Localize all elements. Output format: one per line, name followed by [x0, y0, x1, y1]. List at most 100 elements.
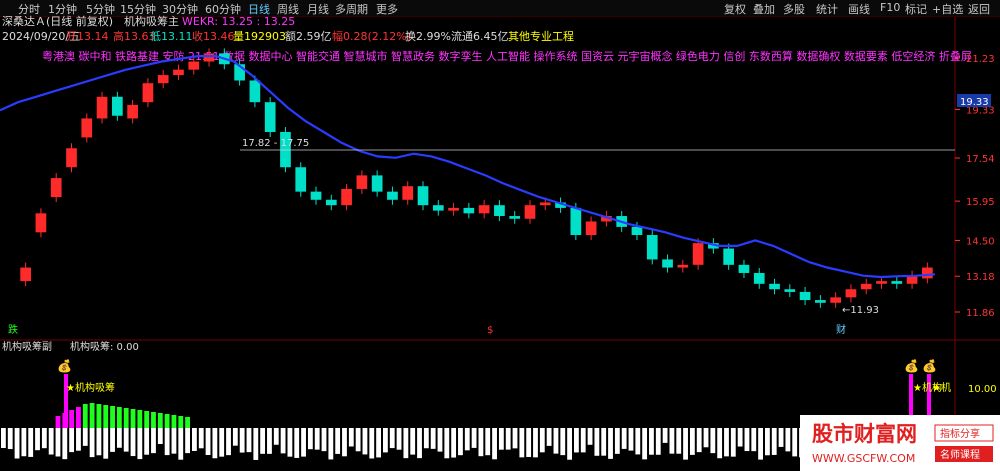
- candle: [157, 75, 169, 84]
- sub-bar-white: [635, 428, 641, 455]
- price-tick-2: 17.54: [966, 154, 995, 165]
- sub-bar-signal: [178, 416, 184, 428]
- candle: [891, 281, 903, 284]
- sub-bar-white: [669, 428, 675, 454]
- sub-bar-white: [649, 428, 654, 455]
- sub-bar-white: [41, 428, 47, 449]
- sub-bar-white: [492, 428, 497, 460]
- candles: [20, 48, 933, 308]
- sub-bar-white: [498, 428, 504, 450]
- candle: [356, 175, 368, 189]
- sub-bar-white: [164, 428, 170, 456]
- concept-tags: 粤港澳 碳中和 铁路基建 安防 21.51 数据 数据中心 智能交通 智慧城市 …: [42, 49, 972, 63]
- sub-value: 机构吸筹: 0.00: [70, 340, 139, 353]
- sub-bar-white: [539, 428, 545, 453]
- candle: [677, 264, 689, 268]
- sub-bar-signal: [55, 416, 61, 428]
- candle: [753, 272, 765, 284]
- price-tick-5: 13.18: [966, 272, 995, 283]
- sub-bar-white: [267, 428, 272, 454]
- sub-bar-white: [21, 428, 27, 457]
- star-label: ★机构吸筹: [66, 381, 115, 394]
- sub-bar-white: [294, 428, 300, 458]
- sub-bar-white: [710, 428, 716, 454]
- sub-bar-white: [533, 428, 538, 458]
- sub-bar-white: [505, 428, 511, 450]
- candle: [50, 178, 62, 198]
- sub-bar-signal: [116, 407, 122, 428]
- sub-bar-white: [185, 428, 190, 454]
- sub-bar-white: [478, 428, 484, 457]
- sub-bar-white: [423, 428, 429, 449]
- marker-cai: 财: [836, 323, 846, 336]
- candle: [127, 104, 138, 119]
- sub-bar-signal: [144, 411, 150, 428]
- sub-bar-white: [178, 428, 184, 460]
- candle: [20, 267, 31, 282]
- watermark-url: WWW.GSCFW.COM: [812, 452, 915, 465]
- sub-bar-white: [737, 428, 743, 447]
- sub-bar-white: [369, 428, 375, 459]
- sub-bar-white: [451, 428, 457, 458]
- sub-bar-white: [246, 428, 252, 453]
- candle: [922, 267, 933, 279]
- candle: [478, 205, 490, 214]
- sub-bar-signal: [123, 408, 129, 428]
- sub-bar-white: [621, 428, 627, 449]
- price-tick-0: 21.23: [966, 54, 995, 65]
- watermark-badge2: 名师课程: [940, 448, 980, 461]
- sub-bar-signal: [171, 415, 177, 428]
- sub-bar-signal: [164, 414, 170, 428]
- sub-bar-white: [389, 428, 395, 449]
- sub-bar-white: [212, 428, 218, 459]
- sub-bar-white: [96, 428, 102, 456]
- candle: [310, 191, 322, 200]
- sub-bar-white: [485, 428, 491, 456]
- sub-bar-signal: [185, 417, 190, 428]
- candle: [631, 226, 643, 236]
- turnover-label: 换2.99%: [405, 29, 451, 43]
- sub-bar-white: [226, 428, 231, 456]
- price-axis: 21.23 19.33 17.54 15.95 14.50 13.18 11.86: [955, 54, 995, 319]
- candle: [738, 264, 750, 273]
- sub-bar-white: [662, 428, 668, 443]
- indicator-value: WEKR: 13.25 : 13.25: [182, 15, 295, 28]
- sub-bar-white: [137, 428, 143, 460]
- sub-bar-white: [151, 428, 156, 454]
- candle: [35, 213, 47, 233]
- sub-bar-white: [417, 428, 422, 459]
- bag-icon: 💰: [57, 359, 72, 373]
- candle: [692, 243, 704, 265]
- sub-bar-white: [123, 428, 129, 452]
- sub-bar-white: [103, 428, 109, 459]
- candle: [387, 191, 398, 200]
- sub-bar-white: [724, 428, 729, 457]
- sub-bar-white: [253, 428, 259, 460]
- range-label: 17.82 - 17.75: [242, 138, 309, 149]
- sub-bar-white: [232, 428, 238, 446]
- sub-bar-white: [239, 428, 245, 453]
- candle: [96, 96, 108, 119]
- sub-bar-white: [512, 428, 518, 449]
- sub-bar-white: [76, 428, 81, 451]
- ma-line: [0, 55, 936, 279]
- sub-bar-white: [410, 428, 416, 455]
- sub-bar-white: [403, 428, 409, 459]
- sector-label: 其他专业工程: [508, 29, 574, 43]
- candle: [570, 207, 582, 236]
- sub-bar-white: [260, 428, 266, 454]
- candle: [432, 205, 444, 211]
- candle: [264, 102, 276, 133]
- kline-chart[interactable]: 深桑达Ａ(日线 前复权) 机构吸筹主 WEKR: 13.25 : 13.25 2…: [0, 0, 1000, 471]
- price-tick-4: 14.50: [966, 236, 995, 247]
- candle: [494, 205, 505, 217]
- candle: [860, 283, 872, 290]
- sub-bar-white: [35, 428, 40, 451]
- candle: [509, 216, 521, 219]
- candle: [524, 205, 536, 219]
- sub-bar-signal: [96, 404, 102, 428]
- candle: [723, 248, 735, 265]
- sub-bar-signal: [157, 413, 163, 428]
- sub-bar-white: [519, 428, 525, 458]
- candle: [417, 186, 429, 206]
